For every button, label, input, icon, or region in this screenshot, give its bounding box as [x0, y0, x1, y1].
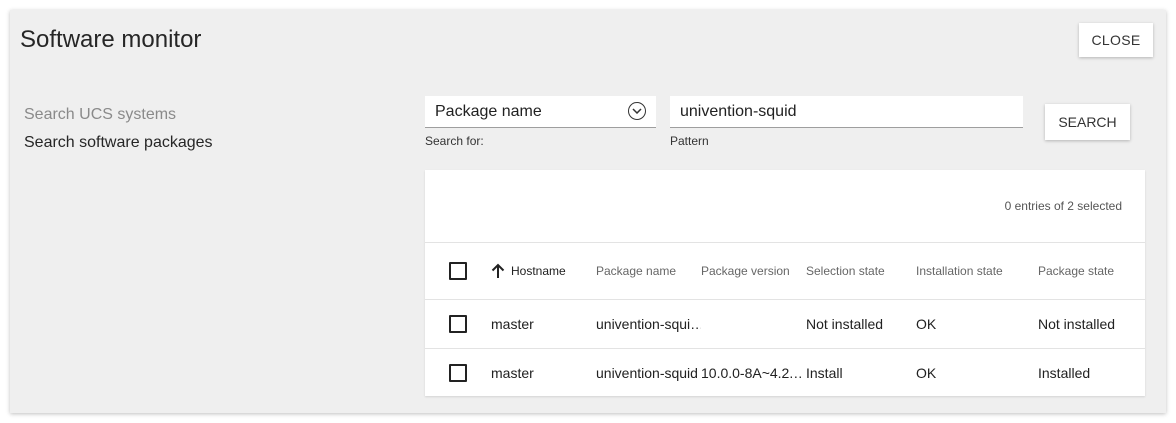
cell-package-name: univention-squi…: [596, 316, 701, 332]
sidebar-nav: Search UCS systems Search software packa…: [24, 101, 213, 157]
column-header-selection-state[interactable]: Selection state: [806, 243, 911, 299]
column-header-package-version[interactable]: Package version: [701, 243, 803, 299]
pattern-label: Pattern: [670, 134, 709, 148]
cell-hostname: master: [491, 364, 534, 381]
dialog-title: Software monitor: [20, 26, 202, 53]
cell-hostname: master: [491, 316, 534, 332]
cell-package-state: Not installed: [1038, 316, 1116, 332]
row-checkbox-cell: [449, 349, 479, 396]
row-checkbox[interactable]: [449, 363, 467, 382]
row-checkbox-cell: [449, 300, 479, 348]
cell-selection-state: Not installed: [806, 316, 884, 332]
search-for-select[interactable]: Package name: [425, 96, 656, 128]
column-label: Hostname: [511, 264, 566, 278]
chevron-down-icon[interactable]: [628, 102, 646, 120]
cell-installation-state: OK: [916, 364, 937, 381]
results-grid: 0 entries of 2 selected Hostname Package…: [425, 170, 1145, 396]
column-header-hostname[interactable]: Hostname: [491, 243, 591, 299]
cell-selection-state: Install: [806, 364, 843, 381]
pattern-value: univention-squid: [680, 102, 797, 120]
sidebar-item-search-ucs-systems[interactable]: Search UCS systems: [24, 101, 213, 129]
row-checkbox[interactable]: [449, 315, 467, 333]
select-all-checkbox[interactable]: [449, 262, 467, 280]
cell-installation-state: OK: [916, 316, 937, 332]
software-monitor-dialog: Software monitor CLOSE Search UCS system…: [10, 10, 1166, 413]
column-header-package-state[interactable]: Package state: [1038, 243, 1143, 299]
table-row[interactable]: master univention-squi… Not installed OK…: [425, 299, 1145, 348]
close-button[interactable]: CLOSE: [1079, 23, 1153, 57]
cell-package-version: 10.0.0-8A~4.2.…: [701, 364, 803, 381]
cell-package-version: [701, 300, 803, 348]
cell-package-name: univention-squid: [596, 364, 698, 381]
table-header-row: Hostname Package name Package version Se…: [425, 242, 1145, 299]
table-row[interactable]: master univention-squid 10.0.0-8A~4.2.… …: [425, 348, 1145, 396]
search-button[interactable]: SEARCH: [1045, 104, 1130, 140]
search-for-value: Package name: [435, 102, 542, 120]
column-header-package-name[interactable]: Package name: [596, 243, 701, 299]
arrow-up-icon: [491, 263, 505, 279]
header-checkbox-cell: [449, 243, 479, 299]
cell-package-state: Installed: [1038, 364, 1091, 381]
selection-status: 0 entries of 2 selected: [1004, 199, 1122, 213]
search-for-label: Search for:: [425, 134, 484, 148]
column-header-installation-state[interactable]: Installation state: [916, 243, 1034, 299]
sidebar-item-search-software-packages[interactable]: Search software packages: [24, 129, 213, 157]
pattern-input[interactable]: univention-squid: [670, 96, 1023, 128]
